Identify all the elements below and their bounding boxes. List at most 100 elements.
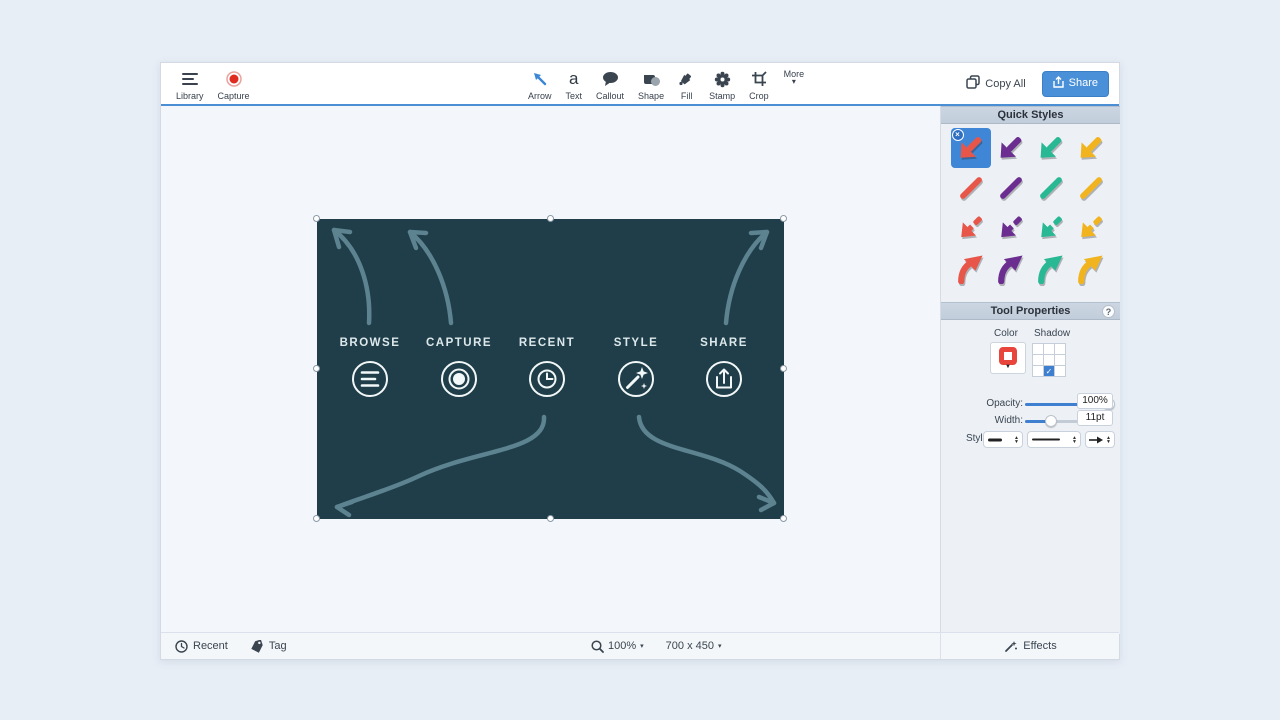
color-swatch-dropdown[interactable]: ▼ (990, 342, 1026, 374)
quick-style-dashed-purple[interactable] (991, 208, 1031, 248)
resize-handle-n[interactable] (547, 215, 554, 222)
width-value[interactable]: 11pt (1077, 410, 1113, 426)
tool-properties-body: Color Shadow ▼ ✓ Opacity: 100% Width (941, 320, 1120, 440)
tag-button[interactable]: Tag (250, 640, 287, 653)
current-color-swatch (999, 347, 1017, 365)
effects-label: Effects (1023, 640, 1056, 652)
annotated-screenshot: BROWSE CAPTURE RECENT STYLE SHARE (317, 219, 784, 519)
share-button[interactable]: Share (1042, 71, 1109, 97)
resize-handle-e[interactable] (780, 365, 787, 372)
tool-crop[interactable]: Crop (742, 63, 776, 104)
resize-handle-ne[interactable] (780, 215, 787, 222)
capture-button[interactable]: Capture (211, 63, 257, 104)
more-button[interactable]: More ▾ (776, 63, 813, 104)
stepper-icon: ▲▼ (1072, 436, 1077, 444)
quick-style-bent-teal[interactable] (1031, 248, 1071, 288)
tool-shape[interactable]: Shape (631, 63, 671, 104)
quick-style-dashed-teal[interactable] (1031, 208, 1071, 248)
copy-all-label: Copy All (985, 78, 1025, 90)
tool-label: Arrow (528, 91, 552, 101)
tool-label: Stamp (709, 91, 735, 101)
dash-sample-icon (987, 438, 1003, 442)
canvas-image[interactable]: BROWSE CAPTURE RECENT STYLE SHARE (317, 219, 784, 519)
dashed-arrow-icon (1075, 212, 1107, 244)
resize-handle-nw[interactable] (313, 215, 320, 222)
stepper-icon: ▲▼ (1014, 436, 1019, 444)
quick-style-line-yellow[interactable] (1071, 168, 1111, 208)
quick-style-solid-purple[interactable] (991, 128, 1031, 168)
quick-styles-grid: × (941, 124, 1120, 288)
library-label: Library (176, 91, 204, 101)
tool-text[interactable]: a Text (559, 63, 590, 104)
dashed-arrow-icon (1035, 212, 1067, 244)
resize-handle-s[interactable] (547, 515, 554, 522)
width-label: Width: (995, 415, 1023, 426)
dash-style-select[interactable]: ▲▼ (983, 431, 1023, 448)
tool-properties-title: Tool Properties (991, 305, 1071, 317)
stepper-icon: ▲▼ (1106, 436, 1111, 444)
library-icon (181, 69, 199, 89)
arrow-sample-icon (1089, 436, 1103, 444)
line-style-select[interactable]: ▲▼ (1027, 431, 1081, 448)
quick-style-solid-teal[interactable] (1031, 128, 1071, 168)
canvas-label-style: STYLE (614, 337, 659, 349)
zoom-level-dropdown[interactable]: 100% (608, 640, 636, 652)
quick-style-solid-red[interactable]: × (951, 128, 991, 168)
resize-handle-se[interactable] (780, 515, 787, 522)
zoom-magnifier-icon (591, 640, 604, 653)
style-row: Style: ▲▼ ▲▼ ▲▼ (941, 431, 1121, 447)
recent-button[interactable]: Recent (175, 640, 228, 653)
effects-button[interactable]: Effects (940, 633, 1120, 659)
line-arrow-icon (995, 172, 1027, 204)
tag-icon (250, 640, 264, 653)
opacity-value[interactable]: 100% (1077, 393, 1113, 409)
recent-label: Recent (193, 640, 228, 652)
line-arrow-icon (1035, 172, 1067, 204)
crop-tool-icon (751, 69, 767, 89)
resize-handle-w[interactable] (313, 365, 320, 372)
solid-arrow-icon (1075, 132, 1107, 164)
tool-label: Fill (681, 91, 693, 101)
editor-window: Library Capture Arrow a Text (160, 62, 1120, 660)
solid-arrow-icon (995, 132, 1027, 164)
quick-style-bent-red[interactable] (951, 248, 991, 288)
effects-wand-icon (1004, 639, 1018, 653)
quick-style-bent-yellow[interactable] (1071, 248, 1111, 288)
tool-fill[interactable]: Fill (671, 63, 702, 104)
top-toolbar: Library Capture Arrow a Text (161, 63, 1119, 106)
shadow-direction-grid[interactable]: ✓ (1033, 344, 1066, 377)
width-row: Width: 11pt (941, 413, 1121, 429)
quick-style-line-purple[interactable] (991, 168, 1031, 208)
resize-handle-sw[interactable] (313, 515, 320, 522)
shape-tool-icon (642, 69, 661, 89)
solid-arrow-icon (1035, 132, 1067, 164)
bent-arrow-icon (1075, 252, 1107, 284)
quick-style-line-teal[interactable] (1031, 168, 1071, 208)
canvas-dimensions-dropdown[interactable]: 700 x 450 (666, 640, 714, 652)
quick-style-dashed-yellow[interactable] (1071, 208, 1111, 248)
clock-icon (175, 640, 188, 653)
dashed-arrow-icon (955, 212, 987, 244)
quick-style-bent-purple[interactable] (991, 248, 1031, 288)
tool-callout[interactable]: Callout (589, 63, 631, 104)
remove-style-badge[interactable]: × (952, 129, 964, 141)
quick-style-dashed-red[interactable] (951, 208, 991, 248)
shadow-cell[interactable] (1054, 365, 1066, 377)
help-button[interactable]: ? (1102, 305, 1115, 318)
library-button[interactable]: Library (169, 63, 211, 104)
tool-arrow[interactable]: Arrow (521, 63, 559, 104)
arrow-end-select[interactable]: ▲▼ (1085, 431, 1115, 448)
status-bar: Recent Tag 100% ▾ 700 x 450 ▾ Effects (161, 632, 1119, 659)
width-slider-knob[interactable] (1045, 415, 1057, 427)
canvas-label-share: SHARE (700, 337, 748, 349)
copy-all-button[interactable]: Copy All (966, 75, 1025, 92)
tool-label: Callout (596, 91, 624, 101)
canvas-label-browse: BROWSE (340, 337, 401, 349)
tool-label: Crop (749, 91, 769, 101)
quick-style-solid-yellow[interactable] (1071, 128, 1111, 168)
callout-tool-icon (602, 69, 619, 89)
tool-stamp[interactable]: Stamp (702, 63, 742, 104)
chevron-down-icon: ▾ (792, 79, 796, 85)
quick-style-line-red[interactable] (951, 168, 991, 208)
bent-arrow-icon (955, 252, 987, 284)
